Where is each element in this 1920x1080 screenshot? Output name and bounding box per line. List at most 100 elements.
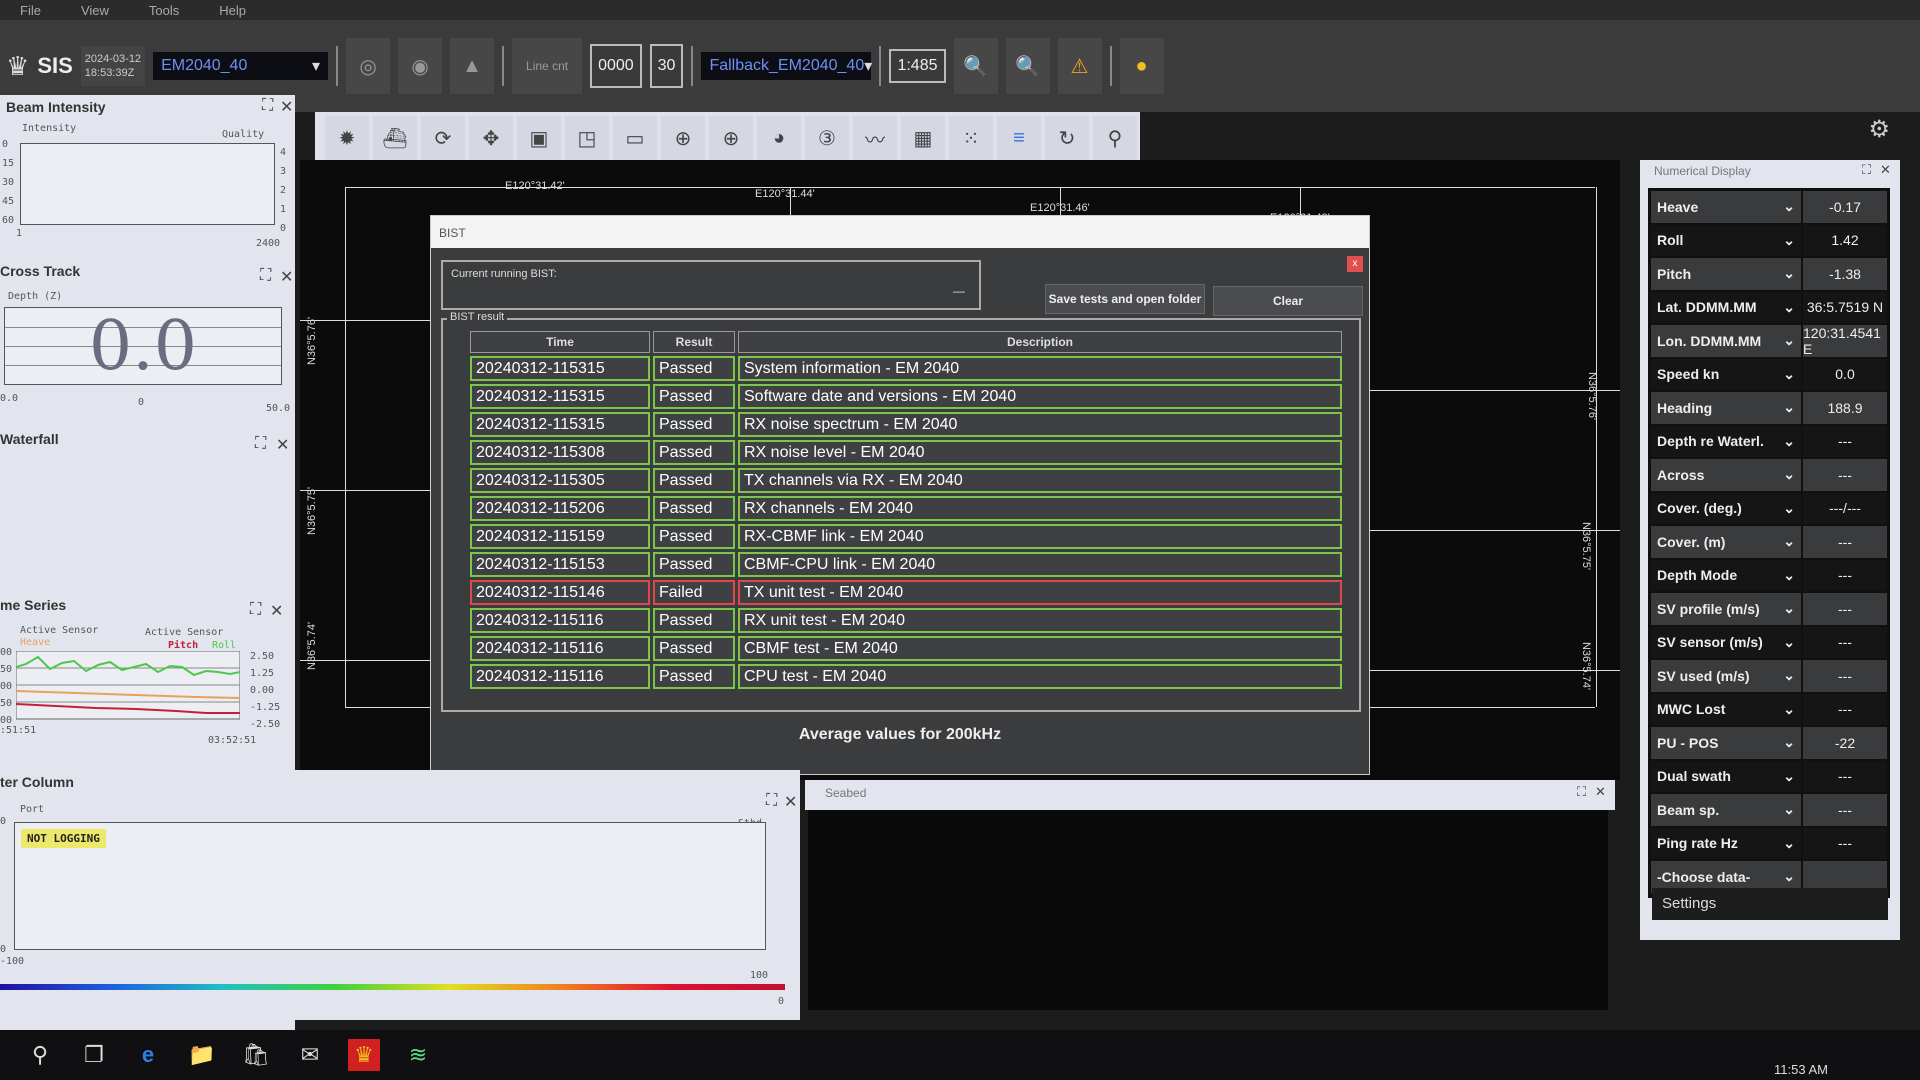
close-icon[interactable]: ✕ — [1880, 162, 1891, 178]
save-tests-button[interactable]: Save tests and open folder — [1045, 284, 1205, 314]
zoom-in-button[interactable]: 🔍 — [953, 38, 998, 94]
maximize-icon[interactable]: ⛶ — [1577, 784, 1586, 800]
data-select[interactable]: Heading ⌄ — [1651, 392, 1801, 424]
data-select[interactable]: Cover. (m) ⌄ — [1651, 526, 1801, 558]
line-count[interactable]: 0000 — [590, 44, 642, 88]
warning-button[interactable]: ⚠ — [1057, 38, 1102, 94]
ping-button[interactable]: ◎ — [346, 38, 391, 94]
refresh-button[interactable]: ↻ — [1045, 116, 1089, 160]
grid-button[interactable]: ▦ — [901, 116, 945, 160]
table-row[interactable]: 20240312-115305 Passed TX channels via RX … — [470, 468, 1342, 493]
resize-button[interactable]: ◳ — [565, 116, 609, 160]
file-explorer-icon[interactable]: 📁 — [186, 1039, 218, 1071]
clear-button[interactable]: Clear — [1213, 286, 1363, 316]
close-button[interactable]: x — [1347, 256, 1363, 272]
data-select[interactable]: PU - POS ⌄ — [1651, 727, 1801, 759]
rotate-button[interactable]: ⟳ — [421, 116, 465, 160]
scale-end: 0 — [778, 996, 785, 1007]
menu-help[interactable]: Help — [219, 3, 246, 18]
swath-button[interactable]: ▲ — [450, 38, 495, 94]
table-row[interactable]: 20240312-115153 Passed CBMF-CPU link - EM … — [470, 552, 1342, 577]
sounder-select[interactable]: EM2040_40 ▾ — [153, 52, 329, 80]
settings-a-button[interactable]: ✹ — [325, 116, 369, 160]
edge-icon[interactable]: e — [132, 1039, 164, 1071]
mail-icon[interactable]: ✉ — [294, 1039, 326, 1071]
pin-button[interactable]: ⚲ — [1093, 116, 1137, 160]
fallback-select[interactable]: Fallback_EM2040_40 ▾ — [701, 52, 872, 80]
zoom-out-button[interactable]: 🔍 — [1005, 38, 1050, 94]
close-icon[interactable]: ✕ — [280, 267, 293, 287]
close-icon[interactable]: ✕ — [784, 792, 797, 812]
data-select[interactable]: Depth Mode ⌄ — [1651, 559, 1801, 591]
menu-file[interactable]: File — [20, 3, 41, 18]
line-number[interactable]: 30 — [649, 44, 684, 88]
data-select[interactable]: Lat. DDMM.MM ⌄ — [1651, 291, 1801, 323]
data-select[interactable]: Dual swath ⌄ — [1651, 760, 1801, 792]
data-select[interactable]: SV used (m/s) ⌄ — [1651, 660, 1801, 692]
3d-button[interactable]: ③ — [805, 116, 849, 160]
scale-display[interactable]: 1:485 — [889, 49, 946, 83]
close-icon[interactable]: ✕ — [270, 601, 283, 621]
search-icon[interactable]: ⚲ — [24, 1039, 56, 1071]
layers-button[interactable]: ≡ — [997, 116, 1041, 160]
task-view-icon[interactable]: ❐ — [78, 1039, 110, 1071]
menu-view[interactable]: View — [81, 3, 109, 18]
data-select[interactable]: SV profile (m/s) ⌄ — [1651, 593, 1801, 625]
table-row[interactable]: 20240312-115116 Passed RX unit test - EM 2… — [470, 608, 1342, 633]
table-row[interactable]: 20240312-115308 Passed RX noise level - EM… — [470, 440, 1342, 465]
table-row[interactable]: 20240312-115116 Passed CPU test - EM 2040 — [470, 664, 1342, 689]
close-icon[interactable]: ✕ — [280, 97, 293, 117]
maximize-icon[interactable]: ⛶ — [260, 267, 271, 285]
crosshair-p-button[interactable]: ⊕ — [709, 116, 753, 160]
data-select[interactable]: Lon. DDMM.MM ⌄ — [1651, 325, 1801, 357]
table-row[interactable]: 20240312-115315 Passed Software date and v… — [470, 384, 1342, 409]
data-select[interactable]: SV sensor (m/s) ⌄ — [1651, 626, 1801, 658]
data-select[interactable]: Beam sp. ⌄ — [1651, 794, 1801, 826]
menu-tools[interactable]: Tools — [149, 3, 179, 18]
close-icon[interactable]: ✕ — [276, 435, 289, 455]
menu-bar: File View Tools Help — [0, 0, 1920, 20]
data-select[interactable]: MWC Lost ⌄ — [1651, 693, 1801, 725]
column-result[interactable]: Result — [653, 331, 735, 353]
table-row[interactable]: 20240312-115206 Passed RX channels - EM 20… — [470, 496, 1342, 521]
sis-app-icon[interactable]: ≋ — [402, 1039, 434, 1071]
table-row[interactable]: 20240312-115116 Passed CBMF test - EM 2040 — [470, 636, 1342, 661]
data-select[interactable]: Depth re Waterl. ⌄ — [1651, 425, 1801, 457]
data-select[interactable]: Roll ⌄ — [1651, 224, 1801, 256]
data-select[interactable]: Ping rate Hz ⌄ — [1651, 827, 1801, 859]
data-select[interactable]: Pitch ⌄ — [1651, 258, 1801, 290]
data-select[interactable]: Across ⌄ — [1651, 459, 1801, 491]
table-row[interactable]: 20240312-115315 Passed System information … — [470, 356, 1342, 381]
maximize-icon[interactable]: ⛶ — [1862, 162, 1871, 178]
x-mid: 0 — [138, 397, 145, 408]
kongsberg-icon[interactable]: ♛ — [348, 1039, 380, 1071]
maximize-icon[interactable]: ⛶ — [250, 601, 261, 619]
gear-icon[interactable]: ⚙ — [1868, 115, 1890, 144]
line-button[interactable]: 〰 — [853, 116, 897, 160]
settings-button[interactable]: Settings — [1652, 888, 1888, 920]
close-icon[interactable]: ✕ — [1595, 784, 1606, 800]
data-label: Depth re Waterl. — [1657, 433, 1764, 450]
palette-button[interactable]: ◕ — [757, 116, 801, 160]
column-description[interactable]: Description — [738, 331, 1342, 353]
data-select[interactable]: Cover. (deg.) ⌄ — [1651, 492, 1801, 524]
record-button[interactable]: ◉ — [398, 38, 443, 94]
data-select[interactable]: Heave ⌄ — [1651, 191, 1801, 223]
table-row[interactable]: 20240312-115315 Passed RX noise spectrum -… — [470, 412, 1342, 437]
status-button[interactable]: ● — [1119, 38, 1164, 94]
table-row[interactable]: 20240312-115146 Failed TX unit test - EM 2… — [470, 580, 1342, 605]
column-time[interactable]: Time — [470, 331, 650, 353]
dots-button[interactable]: ⁙ — [949, 116, 993, 160]
table-row[interactable]: 20240312-115159 Passed RX-CBMF link - EM 2… — [470, 524, 1342, 549]
crosshair-d-button[interactable]: ⊕ — [661, 116, 705, 160]
ruler-button[interactable]: ▭ — [613, 116, 657, 160]
data-select[interactable]: Speed kn ⌄ — [1651, 358, 1801, 390]
maximize-icon[interactable]: ⛶ — [255, 435, 266, 453]
vessel-button[interactable]: ⛴ — [373, 116, 417, 160]
pan-button[interactable]: ✥ — [469, 116, 513, 160]
maximize-icon[interactable]: ⛶ — [262, 97, 273, 115]
window-button[interactable]: ▣ — [517, 116, 561, 160]
clock[interactable]: 11:53 AM — [1774, 1062, 1828, 1077]
store-icon[interactable]: 🛍 — [240, 1039, 272, 1071]
maximize-icon[interactable]: ⛶ — [766, 792, 777, 810]
